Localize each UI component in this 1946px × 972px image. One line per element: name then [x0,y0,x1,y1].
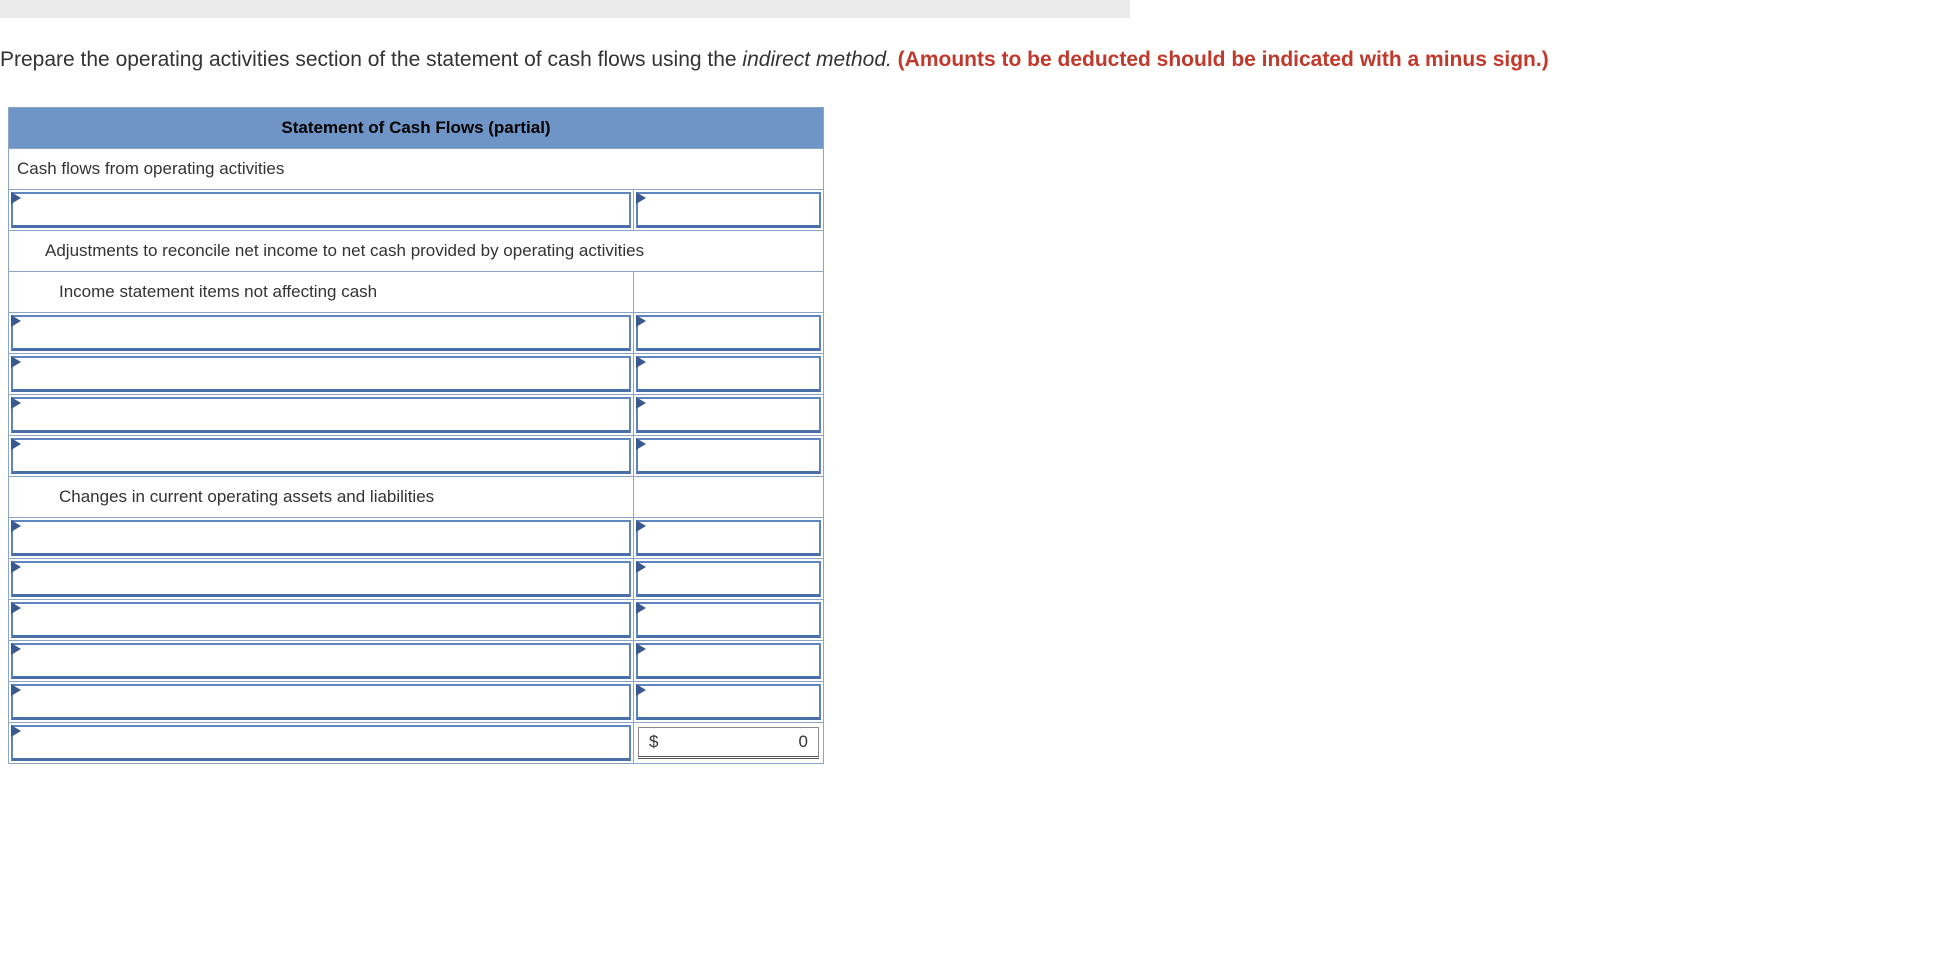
row-operating-activities: Cash flows from operating activities [9,149,824,190]
dropdown-arrow-icon [636,684,646,696]
input-label-6[interactable] [9,518,634,559]
table-header: Statement of Cash Flows (partial) [9,108,824,149]
dropdown-arrow-icon [11,561,21,573]
input-label-9[interactable] [9,641,634,682]
dropdown-arrow-icon [636,356,646,368]
dropdown-arrow-icon [636,315,646,327]
dropdown-arrow-icon [636,192,646,204]
input-value-7[interactable] [634,559,824,600]
dropdown-arrow-icon [636,602,646,614]
input-value-1[interactable] [634,190,824,231]
input-value-6[interactable] [634,518,824,559]
input-label-8[interactable] [9,600,634,641]
total-currency-symbol: $ [649,732,658,752]
dropdown-arrow-icon [11,684,21,696]
row-income-items: Income statement items not affecting cas… [9,272,634,313]
blank-cell [634,272,824,313]
dropdown-arrow-icon [11,725,21,737]
dropdown-arrow-icon [11,356,21,368]
dropdown-arrow-icon [11,397,21,409]
input-label-total[interactable] [9,723,634,764]
top-bar [0,0,1130,18]
input-value-5[interactable] [634,436,824,477]
total-value: 0 [799,732,808,752]
dropdown-arrow-icon [636,520,646,532]
instruction-text: Prepare the operating activities section… [0,46,1946,73]
dropdown-arrow-icon [636,643,646,655]
dropdown-arrow-icon [636,561,646,573]
dropdown-arrow-icon [11,315,21,327]
cash-flow-table: Statement of Cash Flows (partial) Cash f… [8,107,824,764]
dropdown-arrow-icon [11,438,21,450]
input-label-1[interactable] [9,190,634,231]
input-value-2[interactable] [634,313,824,354]
input-value-4[interactable] [634,395,824,436]
input-label-3[interactable] [9,354,634,395]
input-label-7[interactable] [9,559,634,600]
instruction-part1: Prepare the operating activities section… [0,48,742,71]
input-value-9[interactable] [634,641,824,682]
input-label-5[interactable] [9,436,634,477]
dropdown-arrow-icon [636,397,646,409]
instruction-red-bold: (Amounts to be deducted should be indica… [892,48,1549,71]
instruction-italic: indirect method. [742,48,891,71]
input-label-2[interactable] [9,313,634,354]
total-value-cell: $ 0 [634,723,824,764]
dropdown-arrow-icon [11,192,21,204]
row-changes: Changes in current operating assets and … [9,477,634,518]
dropdown-arrow-icon [636,438,646,450]
dropdown-arrow-icon [11,643,21,655]
dropdown-arrow-icon [11,520,21,532]
input-label-10[interactable] [9,682,634,723]
input-value-8[interactable] [634,600,824,641]
input-label-4[interactable] [9,395,634,436]
row-adjustments: Adjustments to reconcile net income to n… [9,231,824,272]
blank-cell [634,477,824,518]
input-value-3[interactable] [634,354,824,395]
dropdown-arrow-icon [11,602,21,614]
input-value-10[interactable] [634,682,824,723]
